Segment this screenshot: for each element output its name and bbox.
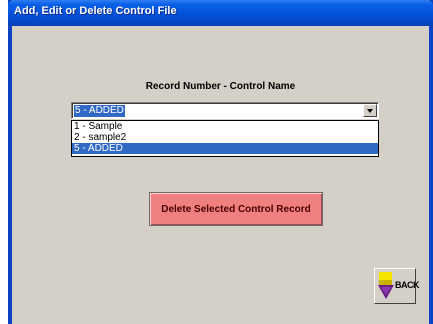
- control-file-window: Add, Edit or Delete Control File Record …: [8, 0, 433, 324]
- record-option[interactable]: 1 - Sample: [72, 121, 378, 132]
- back-button-label: BACK: [395, 280, 420, 290]
- title-bar[interactable]: Add, Edit or Delete Control File: [8, 0, 433, 26]
- record-select[interactable]: 5 - ADDED: [71, 102, 379, 119]
- record-option-selected[interactable]: 5 - ADDED: [72, 143, 378, 154]
- record-option[interactable]: 2 - sample2: [72, 132, 378, 143]
- dropdown-arrow-icon[interactable]: [363, 104, 377, 117]
- record-dropdown-list: 1 - Sample 2 - sample2 5 - ADDED: [71, 120, 379, 157]
- record-list-heading: Record Number - Control Name: [145, 81, 296, 92]
- record-select-value: 5 - ADDED: [74, 105, 125, 117]
- back-button[interactable]: BACK: [374, 268, 420, 304]
- delete-record-button[interactable]: Delete Selected Control Record: [149, 192, 323, 226]
- back-arrow-icon: [378, 272, 394, 299]
- window-title: Add, Edit or Delete Control File: [14, 5, 177, 17]
